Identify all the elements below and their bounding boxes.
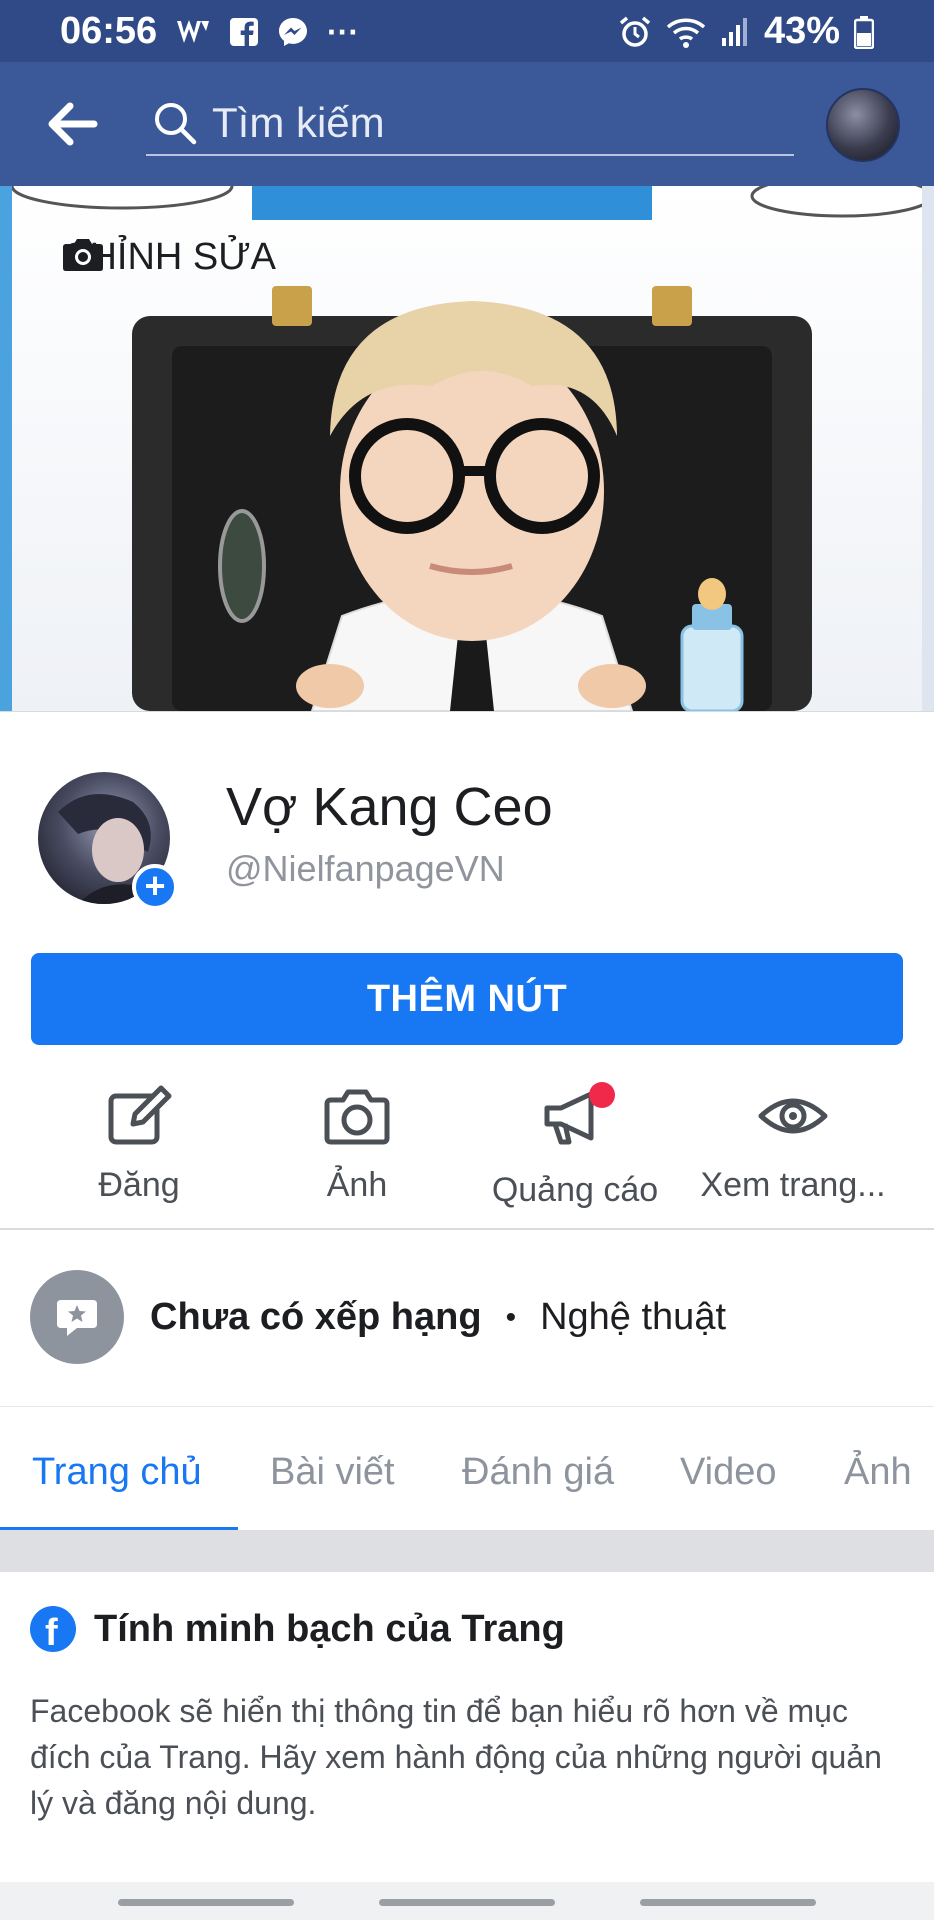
camera-icon	[324, 1089, 390, 1145]
action-label: Quảng cáo	[491, 1171, 659, 1209]
separator-dot: •	[505, 1300, 517, 1334]
app-bar	[0, 62, 934, 186]
facebook-icon: f	[30, 1606, 76, 1654]
wifi-icon	[666, 18, 706, 48]
cover-edge	[0, 186, 12, 711]
page-title: Vợ Kang Ceo	[226, 777, 553, 837]
tab-reviews[interactable]: Đánh giá	[462, 1451, 614, 1494]
search-input[interactable]	[212, 99, 772, 147]
more-notifications-icon: ···	[327, 14, 359, 50]
page-transparency-card[interactable]: f Tính minh bạch của Trang Facebook sẽ h…	[0, 1572, 934, 1882]
nav-back-button[interactable]	[640, 1899, 816, 1906]
review-bubble-icon	[57, 1300, 97, 1336]
nav-recents-button[interactable]	[118, 1899, 294, 1906]
status-bar: 06:56 ··· 43%	[0, 0, 934, 62]
add-profile-photo-button[interactable]: +	[132, 864, 178, 910]
battery-percentage: 43%	[763, 10, 840, 52]
cover-edge-right	[922, 186, 934, 711]
action-photo[interactable]: Ảnh	[248, 1070, 466, 1228]
edit-icon	[108, 1085, 172, 1145]
rating-text: Chưa có xếp hạng • Nghệ thuật	[150, 1296, 726, 1339]
page-category: Nghệ thuật	[540, 1296, 727, 1338]
battery-icon	[854, 15, 874, 49]
action-ads[interactable]: Quảng cáo	[466, 1070, 684, 1228]
search-icon	[155, 103, 197, 145]
action-label: Đăng	[98, 1166, 180, 1204]
section-separator	[0, 1530, 934, 1572]
clock: 06:56	[60, 10, 158, 52]
rating-icon	[30, 1270, 124, 1364]
page-actions: Đăng Ảnh Quảng cáo Xem trang...	[0, 1070, 934, 1228]
page-username: @NielfanpageVN	[226, 848, 505, 889]
nav-home-button[interactable]	[379, 1899, 555, 1906]
cover-photo[interactable]: CHỈNH SỬA	[0, 186, 934, 711]
tab-posts[interactable]: Bài viết	[270, 1451, 395, 1494]
action-label: Ảnh	[326, 1166, 388, 1204]
tab-home[interactable]: Trang chủ	[32, 1451, 202, 1494]
tab-photos[interactable]: Ảnh	[844, 1451, 912, 1494]
action-label: Xem trang...	[700, 1166, 886, 1204]
facebook-icon	[230, 18, 258, 47]
rating-status: Chưa có xếp hạng	[150, 1296, 482, 1338]
system-nav-bar	[0, 1882, 934, 1920]
action-view-page[interactable]: Xem trang...	[684, 1070, 902, 1228]
rating-row[interactable]: Chưa có xếp hạng • Nghệ thuật	[0, 1230, 934, 1406]
back-arrow-icon[interactable]	[44, 98, 100, 150]
edit-cover-button[interactable]: CHỈNH SỬA	[62, 236, 276, 279]
signal-icon	[721, 17, 747, 46]
card-title: Tính minh bạch của Trang	[94, 1607, 565, 1650]
system-icons: 43%	[618, 10, 874, 53]
action-post[interactable]: Đăng	[30, 1070, 248, 1228]
search-bar[interactable]	[146, 92, 794, 156]
megaphone-wrap	[539, 1070, 615, 1157]
profile-section: + Vợ Kang Ceo @NielfanpageVN	[0, 711, 934, 951]
card-header: f Tính minh bạch của Trang	[30, 1606, 565, 1654]
user-avatar[interactable]	[826, 88, 900, 162]
card-description: Facebook sẽ hiển thị thông tin để bạn hi…	[30, 1693, 882, 1821]
page-tabs: Trang chủ Bài viết Đánh giá Video Ảnh	[0, 1406, 934, 1531]
alarm-icon	[619, 16, 651, 47]
eye-icon	[758, 1098, 828, 1134]
add-button[interactable]: THÊM NÚT	[31, 953, 903, 1045]
notification-icons: ···	[175, 12, 359, 52]
notification-dot	[589, 1082, 615, 1108]
messenger-icon	[279, 18, 307, 46]
w-app-icon	[177, 20, 209, 43]
tab-video[interactable]: Video	[680, 1451, 777, 1494]
camera-icon	[63, 239, 103, 271]
